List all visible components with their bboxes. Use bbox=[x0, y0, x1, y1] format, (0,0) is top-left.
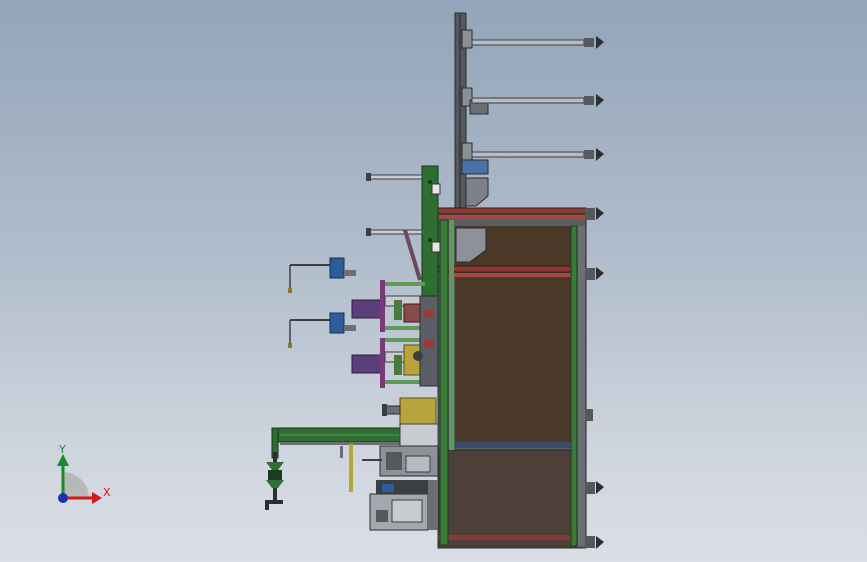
pneumatic-cylinders[interactable] bbox=[366, 173, 423, 281]
upper-arms[interactable] bbox=[471, 36, 604, 161]
motor-station-lower[interactable] bbox=[288, 312, 433, 388]
axis-triad-icon bbox=[57, 454, 102, 504]
y-axis-label: Y bbox=[59, 443, 66, 456]
machine-model[interactable] bbox=[0, 0, 867, 562]
spool-assembly[interactable] bbox=[265, 452, 284, 510]
x-axis-label: X bbox=[103, 486, 111, 499]
main-cabinet[interactable] bbox=[437, 177, 587, 549]
cabinet-feet bbox=[585, 207, 604, 549]
cad-viewport[interactable]: X Y bbox=[0, 0, 867, 562]
yellow-block[interactable] bbox=[382, 397, 437, 425]
green-frame[interactable] bbox=[421, 165, 441, 297]
